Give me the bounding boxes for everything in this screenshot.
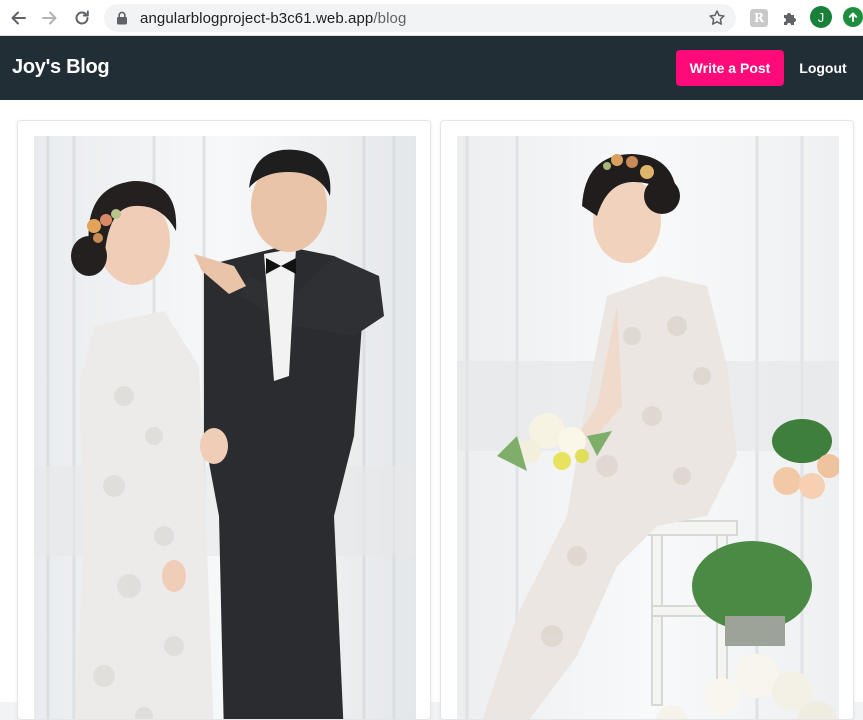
update-arrow-icon (848, 12, 858, 22)
app-header: Joy's Blog Write a Post Logout (0, 36, 863, 100)
browser-toolbar: angularblogproject-b3c61.web.app/blog R … (0, 0, 863, 36)
address-bar[interactable]: angularblogproject-b3c61.web.app/blog (104, 4, 736, 32)
reload-button[interactable] (70, 6, 94, 30)
site-title[interactable]: Joy's Blog (12, 56, 110, 79)
update-button[interactable] (843, 7, 863, 27)
forward-button[interactable] (38, 6, 62, 30)
write-post-button[interactable]: Write a Post (676, 50, 784, 86)
blog-post-grid (0, 100, 863, 720)
extension-button[interactable]: R (748, 7, 770, 29)
post-card[interactable] (440, 120, 854, 720)
lock-icon (117, 11, 127, 25)
url-host: angularblogproject-b3c61.web.app (140, 10, 374, 27)
extensions-menu-button[interactable] (779, 7, 801, 29)
profile-avatar[interactable]: J (810, 6, 832, 28)
back-button[interactable] (6, 6, 30, 30)
extension-r-icon: R (750, 9, 768, 27)
post-card[interactable] (17, 120, 431, 720)
couple-wedding-photo[interactable] (34, 136, 416, 719)
bookmark-star-icon[interactable] (708, 9, 726, 27)
bride-seated-with-bouquet-photo[interactable] (457, 136, 839, 719)
puzzle-icon (784, 13, 796, 25)
forward-arrow-icon (42, 11, 57, 25)
logout-button[interactable]: Logout (796, 50, 850, 86)
reload-icon (75, 10, 89, 25)
url-text: angularblogproject-b3c61.web.app/blog (140, 10, 406, 27)
back-arrow-icon (11, 11, 26, 25)
url-path: /blog (373, 10, 407, 27)
